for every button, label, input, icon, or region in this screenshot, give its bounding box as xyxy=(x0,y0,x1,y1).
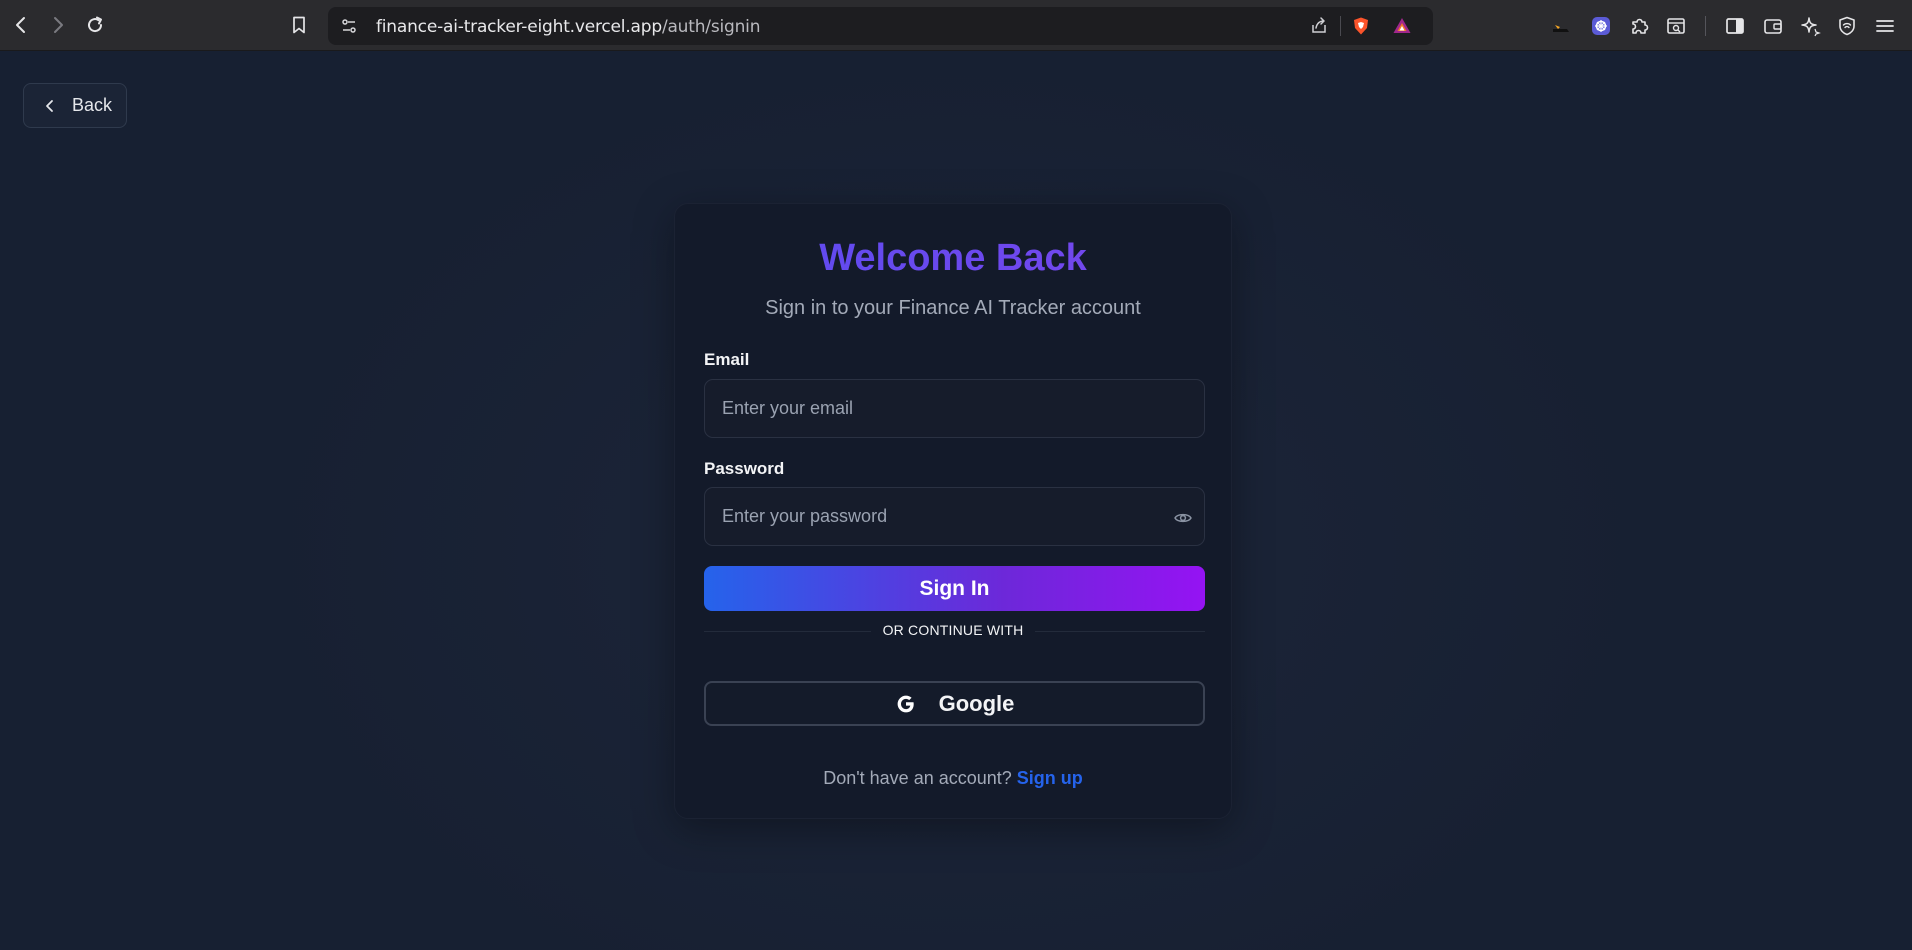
menu-icon[interactable] xyxy=(1873,14,1897,38)
google-signin-button[interactable]: Google xyxy=(704,681,1205,726)
email-field[interactable] xyxy=(705,380,1204,437)
sign-up-link[interactable]: Sign up xyxy=(1017,768,1083,788)
share-icon[interactable] xyxy=(1306,13,1332,39)
page-subtitle: Sign in to your Finance AI Tracker accou… xyxy=(765,297,1141,319)
sidebar-icon[interactable] xyxy=(1723,14,1747,38)
screenshot-icon[interactable] xyxy=(1664,14,1688,38)
extension-puzzle-icon[interactable] xyxy=(1628,14,1652,38)
google-button-label: Google xyxy=(938,690,1015,716)
signin-card: Welcome Back Sign in to your Finance AI … xyxy=(674,203,1232,819)
vpn-icon[interactable] xyxy=(1835,14,1859,38)
toolbar-divider xyxy=(1705,16,1706,36)
back-button-label: Back xyxy=(72,95,113,115)
sign-in-button[interactable]: Sign In xyxy=(704,566,1205,611)
back-button[interactable]: Back xyxy=(23,83,127,128)
divider: OR CONTINUE WITH xyxy=(675,622,1231,640)
eye-icon[interactable] xyxy=(1173,508,1193,528)
extension-icon[interactable] xyxy=(1549,14,1573,38)
password-field[interactable] xyxy=(705,488,1204,545)
signup-prompt: Don't have an account? Sign up xyxy=(675,768,1231,789)
url-path: /auth/signin xyxy=(661,17,761,37)
page-title: Welcome Back xyxy=(675,237,1231,280)
reload-icon[interactable] xyxy=(82,12,108,38)
page-background: Back Welcome Back Sign in to your Financ… xyxy=(0,52,1912,950)
google-icon xyxy=(897,695,914,712)
email-field-container xyxy=(704,379,1205,438)
leo-ai-icon[interactable] xyxy=(1798,14,1822,38)
url-text[interactable]: finance-ai-tracker-eight.vercel.app/auth… xyxy=(376,17,760,37)
password-label: Password xyxy=(704,459,785,478)
email-label: Email xyxy=(704,350,750,369)
forward-icon[interactable] xyxy=(45,12,71,38)
browser-toolbar: finance-ai-tracker-eight.vercel.app/auth… xyxy=(0,0,1912,51)
signup-prompt-text: Don't have an account? xyxy=(823,768,1012,788)
divider-text: OR CONTINUE WITH xyxy=(870,622,1036,638)
site-settings-icon[interactable] xyxy=(336,13,362,39)
password-field-container xyxy=(704,487,1205,546)
wallet-icon[interactable] xyxy=(1761,14,1785,38)
brave-shields-icon[interactable] xyxy=(1348,13,1374,39)
extension-icon-2[interactable] xyxy=(1589,14,1613,38)
back-icon[interactable] xyxy=(8,12,34,38)
address-bar[interactable]: finance-ai-tracker-eight.vercel.app/auth… xyxy=(328,7,1433,45)
url-host: finance-ai-tracker-eight.vercel.app xyxy=(376,17,662,37)
bookmark-icon[interactable] xyxy=(286,12,312,38)
urlbar-divider xyxy=(1340,16,1341,36)
brave-rewards-icon[interactable] xyxy=(1389,13,1415,39)
chevron-left-icon xyxy=(46,99,53,112)
